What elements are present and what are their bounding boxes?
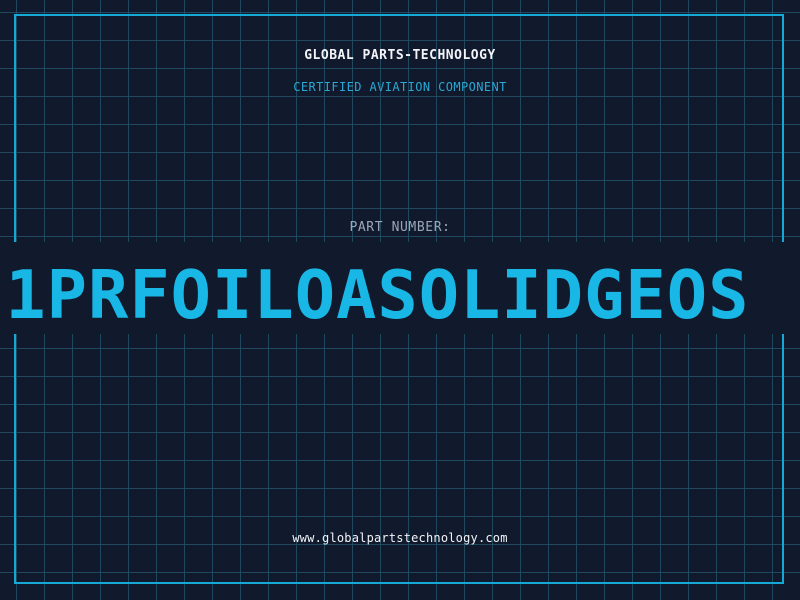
part-number-value: 31PRFOILOASOLIDGEOS — [0, 256, 750, 334]
certification-subtitle: CERTIFIED AVIATION COMPONENT — [293, 80, 507, 94]
website-text: www.globalpartstechnology.com — [292, 531, 508, 545]
part-card: GLOBAL PARTS-TECHNOLOGY CERTIFIED AVIATI… — [0, 0, 800, 600]
company-name: GLOBAL PARTS-TECHNOLOGY — [304, 48, 496, 63]
part-number-label: PART NUMBER: — [349, 220, 451, 235]
